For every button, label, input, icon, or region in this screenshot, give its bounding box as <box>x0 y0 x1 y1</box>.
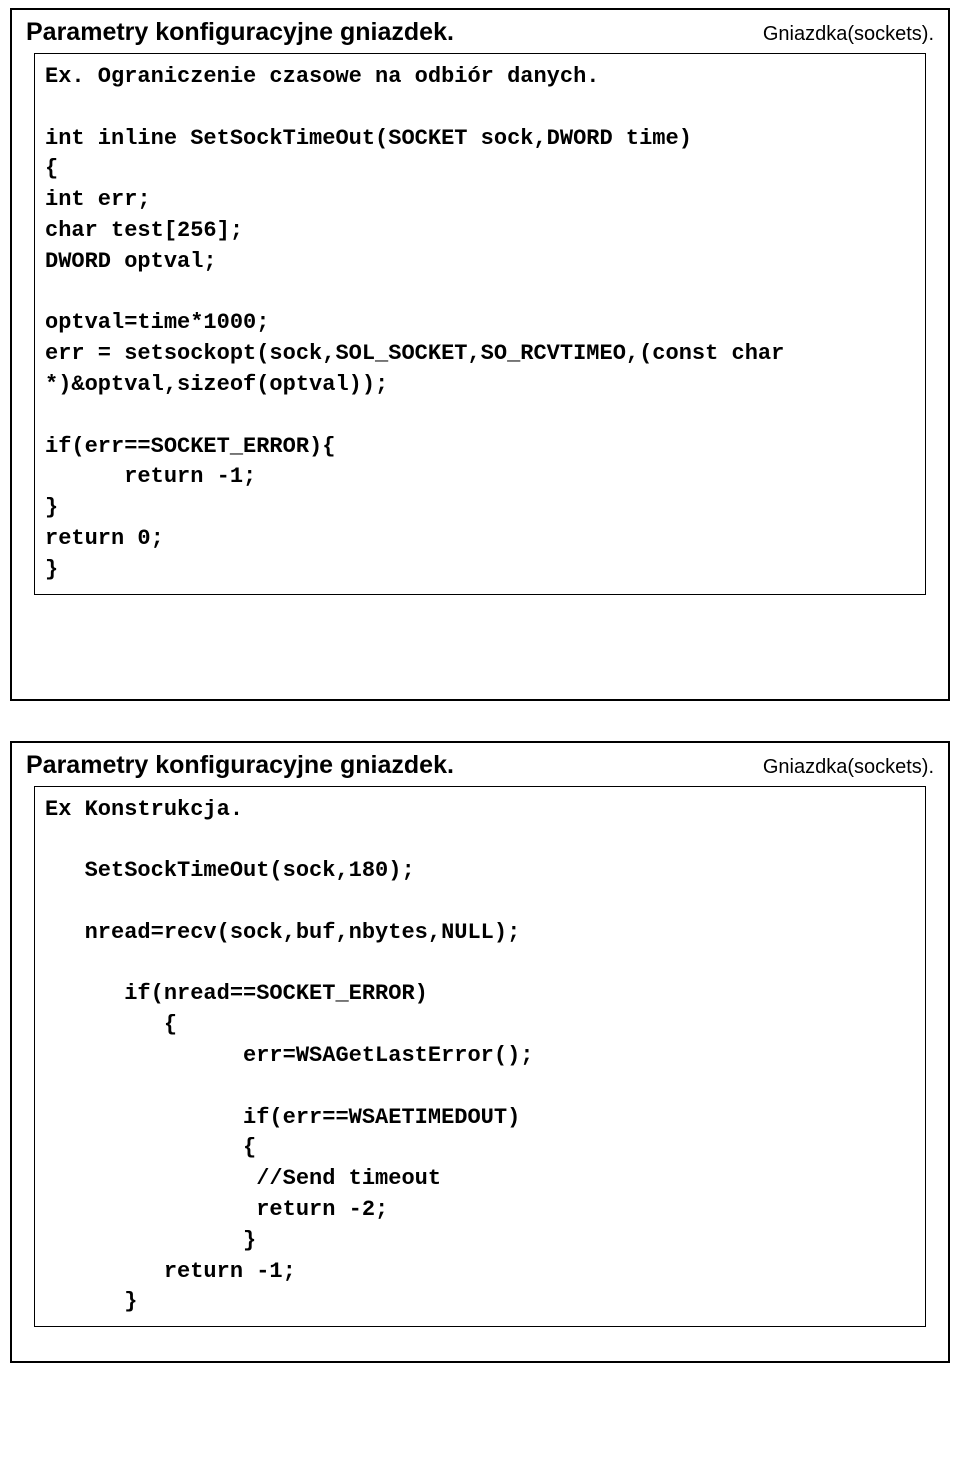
slide-2-title: Parametry konfiguracyjne gniazdek. <box>26 751 454 780</box>
slide-1-title: Parametry konfiguracyjne gniazdek. <box>26 18 454 47</box>
slide-2-code-box: Ex Konstrukcja. SetSockTimeOut(sock,180)… <box>34 786 926 1328</box>
slide-1-code: Ex. Ograniczenie czasowe na odbiór danyc… <box>45 62 915 586</box>
slide-1-spacer <box>12 609 948 699</box>
slide-2-header: Parametry konfiguracyjne gniazdek. Gniaz… <box>12 743 948 780</box>
slide-1-header: Parametry konfiguracyjne gniazdek. Gniaz… <box>12 10 948 47</box>
slide-2: Parametry konfiguracyjne gniazdek. Gniaz… <box>10 741 950 1364</box>
slide-2-spacer <box>12 1341 948 1361</box>
slide-1: Parametry konfiguracyjne gniazdek. Gniaz… <box>10 8 950 701</box>
slide-1-subtitle: Gniazdka(sockets). <box>763 23 934 46</box>
slide-1-code-box: Ex. Ograniczenie czasowe na odbiór danyc… <box>34 53 926 595</box>
slide-2-code: Ex Konstrukcja. SetSockTimeOut(sock,180)… <box>45 795 915 1319</box>
slide-2-subtitle: Gniazdka(sockets). <box>763 756 934 779</box>
